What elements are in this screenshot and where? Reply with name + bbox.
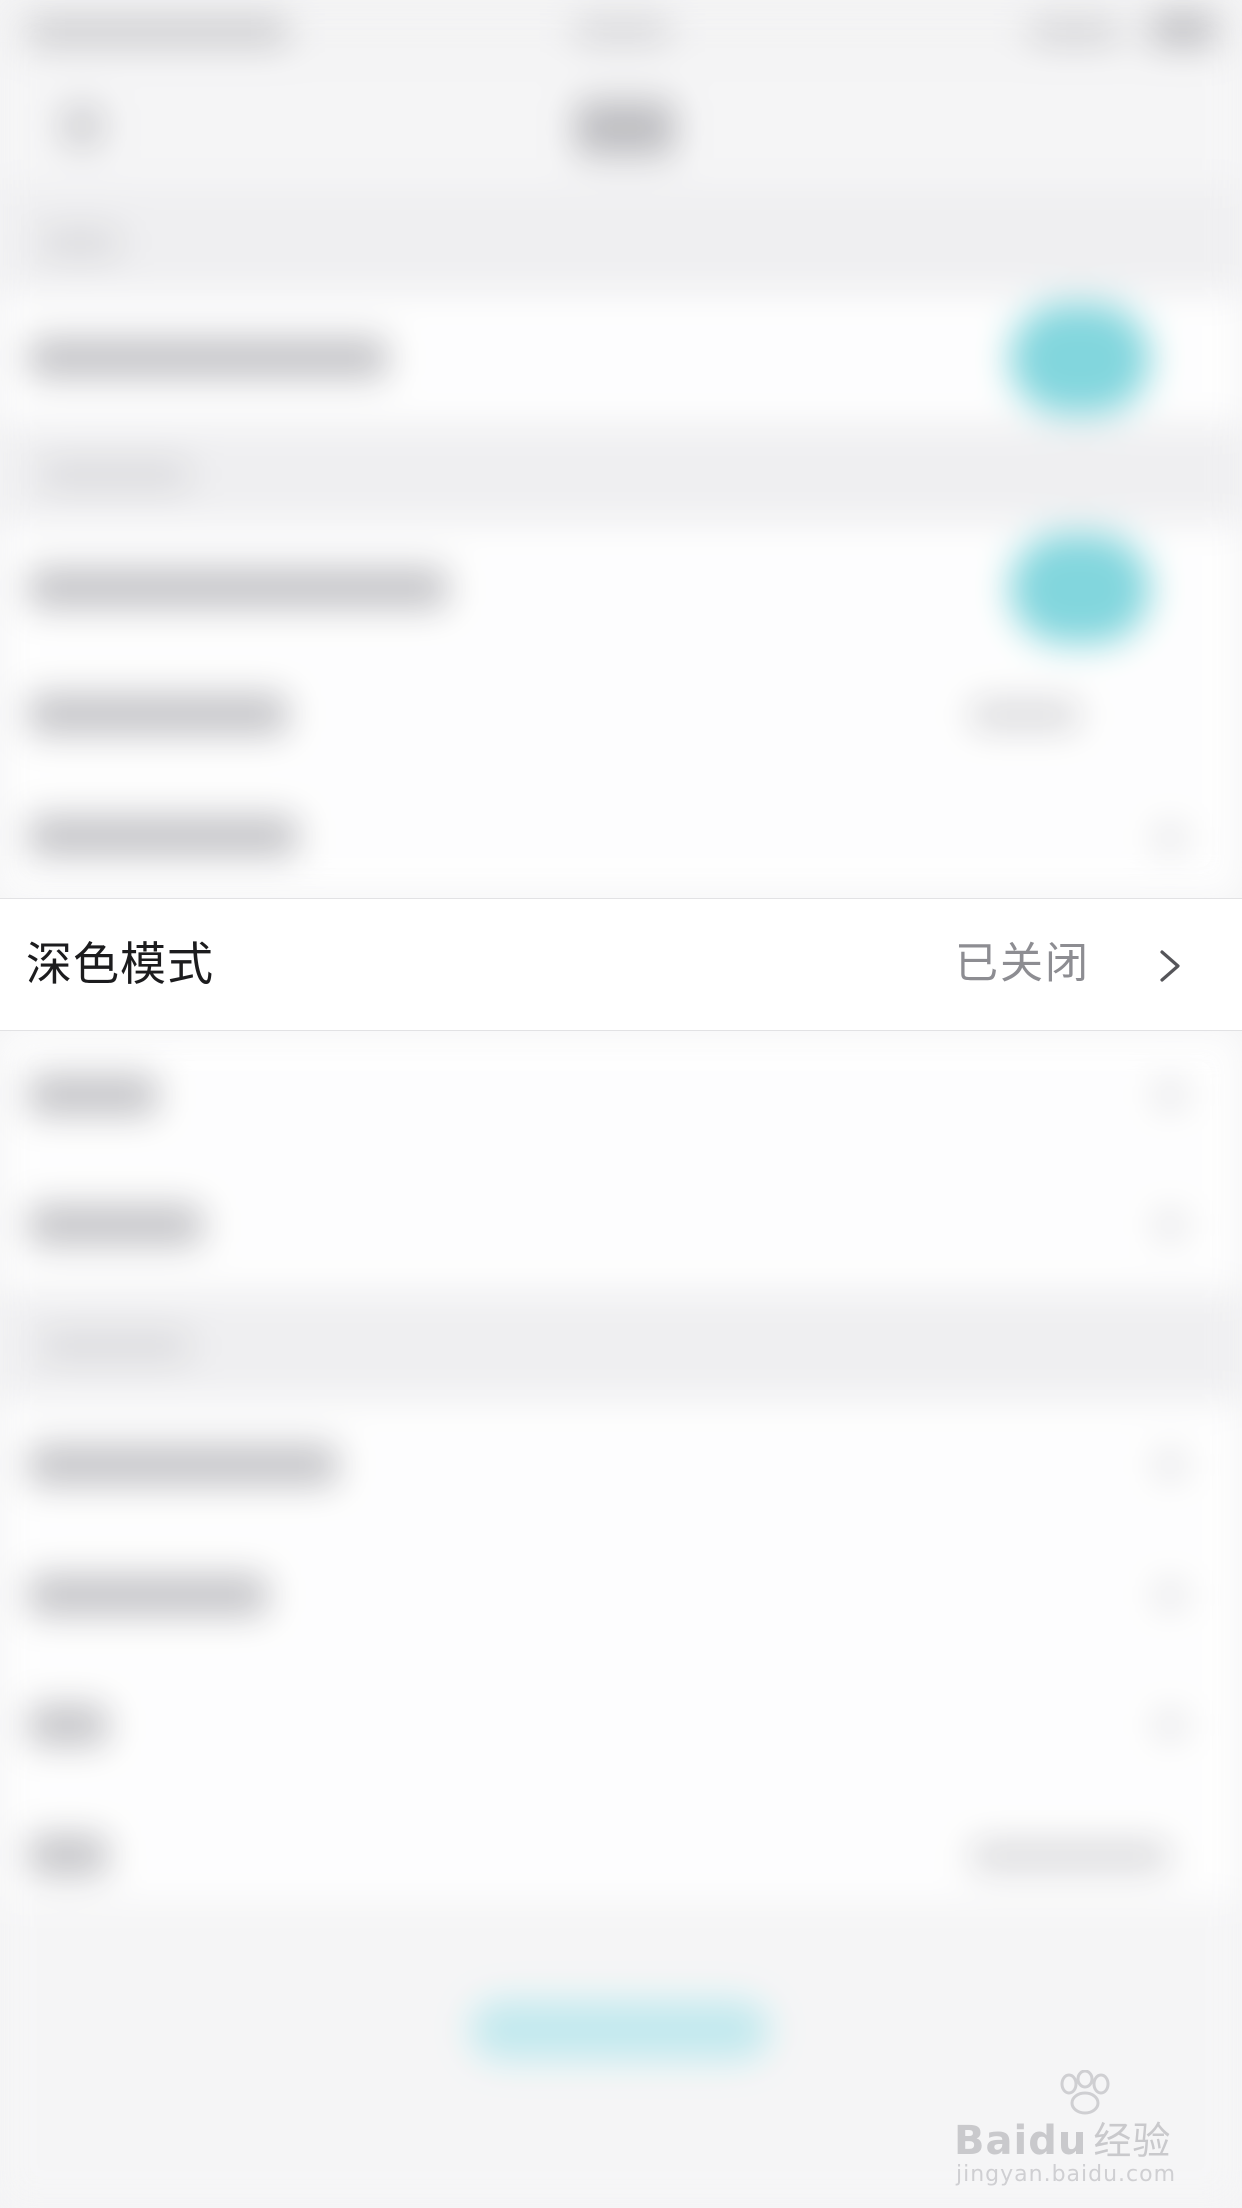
section-header <box>0 184 1242 294</box>
navigation-bar <box>0 64 1242 184</box>
baidu-jingyan-watermark: Baidu 经验 jingyan.baidu.com <box>950 2070 1212 2190</box>
settings-row-label <box>28 1075 158 1115</box>
settings-row[interactable] <box>0 776 1242 898</box>
bottom-area <box>0 1900 1242 2208</box>
section-header-label <box>40 1331 190 1361</box>
dark-mode-status-value: 已关闭 <box>955 939 1090 989</box>
chevron-right-icon <box>1156 1581 1184 1609</box>
page-title <box>575 100 675 156</box>
chevron-right-icon <box>1156 824 1184 852</box>
watermark-brand-cn: 经验 <box>1093 2119 1172 2163</box>
status-bar-indicators <box>1030 18 1120 44</box>
settings-row[interactable] <box>0 1401 1242 1531</box>
status-bar <box>0 0 1242 64</box>
watermark-url: jingyan.baidu.com <box>956 2162 1177 2187</box>
back-icon[interactable] <box>60 104 104 148</box>
chevron-right-icon <box>1160 950 1180 982</box>
bottom-action-button[interactable] <box>470 2000 770 2060</box>
settings-row-label <box>28 1835 108 1875</box>
settings-row[interactable] <box>0 1531 1242 1661</box>
settings-row[interactable] <box>0 1791 1242 1921</box>
settings-row[interactable] <box>0 1661 1242 1791</box>
settings-row-label <box>28 338 388 378</box>
chevron-right-icon <box>1156 1451 1184 1479</box>
toggle-switch[interactable] <box>1010 534 1150 644</box>
settings-row[interactable] <box>0 1161 1242 1291</box>
status-bar-carrier <box>28 16 288 46</box>
settings-screen: 深色模式 已关闭 Baidu 经验 jingyan.baidu.com <box>0 0 1242 2208</box>
section-header-label <box>40 460 190 490</box>
settings-row-dark-mode[interactable]: 深色模式 已关闭 <box>0 898 1242 1031</box>
chevron-right-icon <box>1156 1081 1184 1109</box>
settings-row-value <box>970 1841 1170 1871</box>
settings-row[interactable] <box>0 294 1242 424</box>
settings-row-label <box>28 1575 268 1615</box>
settings-row[interactable] <box>0 524 1242 654</box>
settings-row-label <box>28 1205 203 1245</box>
settings-row[interactable] <box>0 1031 1242 1161</box>
settings-row-label <box>28 1445 338 1485</box>
watermark-brand: Baidu 经验 <box>954 2110 1171 2165</box>
settings-row-value <box>970 700 1080 730</box>
settings-row-label <box>28 694 288 734</box>
section-header-label <box>40 228 120 258</box>
paw-logo-icon <box>1060 2070 1110 2115</box>
watermark-brand-suffix: du <box>1028 2118 1088 2164</box>
toggle-switch[interactable] <box>1010 304 1150 414</box>
chevron-right-icon <box>1156 1711 1184 1739</box>
section-header <box>0 424 1242 524</box>
status-bar-time <box>575 16 670 44</box>
blurred-settings-background <box>0 0 1242 2208</box>
settings-row-label <box>28 1705 108 1745</box>
settings-row[interactable] <box>0 654 1242 776</box>
settings-row-label <box>28 816 298 856</box>
watermark-brand-prefix: Bai <box>954 2118 1029 2164</box>
chevron-right-icon <box>1156 1211 1184 1239</box>
battery-icon <box>1150 12 1216 46</box>
section-header <box>0 1291 1242 1401</box>
dark-mode-label: 深色模式 <box>26 937 214 991</box>
settings-row-label <box>28 568 448 608</box>
